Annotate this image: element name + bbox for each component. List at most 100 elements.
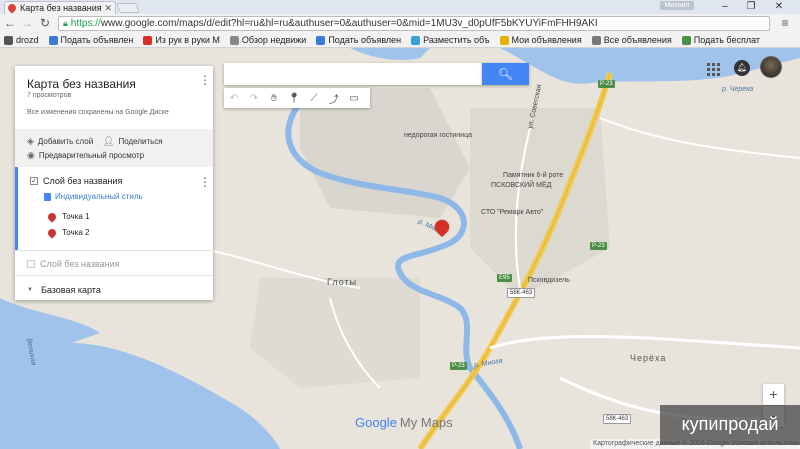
river-label: р. Череха — [722, 86, 754, 93]
point-label: Точка 2 — [62, 228, 90, 237]
road-shield: 58К-463 — [603, 414, 632, 424]
add-person-icon: 👤︎ — [103, 136, 115, 146]
poi-label: ПСКОВСКИЙ МЁД — [491, 182, 552, 189]
undo-icon[interactable]: ↶ — [224, 88, 244, 108]
map-title[interactable]: Карта без названия — [27, 77, 136, 91]
layer-title[interactable]: Слой без названия — [27, 259, 119, 269]
address-bar[interactable]: 🔒︎ https:// www.google.com/maps/d/edit?h… — [58, 16, 770, 31]
river-chereha — [500, 48, 800, 84]
bookmark-favicon-icon — [411, 35, 421, 45]
local-road — [599, 117, 800, 159]
basemap-toggle[interactable]: ▼ Базовая карта — [27, 285, 101, 295]
road-shield: Р-23 — [590, 242, 607, 250]
bookmark-item[interactable]: Подать объявлен — [48, 34, 133, 47]
bookmark-item[interactable]: Мои объявления — [499, 34, 582, 47]
search-icon: 🔍︎ — [497, 67, 514, 81]
map-pin-icon — [46, 210, 58, 223]
bookmark-favicon-icon — [229, 35, 239, 45]
bookmark-item[interactable]: Из рук в руки М — [143, 34, 220, 47]
road-shield: 58К-463 — [507, 288, 536, 298]
road-58k463 — [489, 334, 800, 350]
divider — [15, 275, 213, 276]
bookmark-label: Мои объявления — [511, 35, 582, 45]
layers-panel: Карта без названия ⋮ 7 просмотров Все из… — [15, 66, 213, 300]
browser-menu-icon[interactable]: ≡ — [778, 17, 792, 30]
bookmark-favicon-icon — [48, 35, 58, 45]
new-tab-button[interactable] — [116, 3, 140, 13]
preview-label: Предварительный просмотр — [38, 151, 145, 160]
back-icon[interactable]: ← — [3, 16, 17, 30]
maximize-icon[interactable]: ❐ — [738, 0, 764, 14]
bookmark-favicon-icon — [316, 35, 326, 45]
lock-icon: 🔒︎ — [63, 18, 68, 28]
bookmark-item[interactable]: Разместить объ — [411, 34, 490, 47]
river-chereha-top — [350, 48, 430, 60]
bookmark-favicon-icon — [681, 35, 691, 45]
style-label: Индивидуальный стиль — [55, 192, 143, 201]
watermark: купипродай — [660, 405, 800, 445]
url-scheme: https:// — [70, 18, 101, 29]
map-pin-icon — [46, 226, 58, 239]
list-item-point[interactable]: Точка 1 — [46, 210, 90, 223]
close-tab-icon[interactable]: ✕ — [104, 3, 115, 14]
logo-text: Google — [355, 415, 397, 430]
add-layer-label: Добавить слой — [37, 137, 94, 146]
share-button[interactable]: 👤︎ Поделиться — [103, 136, 163, 147]
profile-chip[interactable]: Михаил — [660, 1, 694, 10]
redo-icon[interactable]: ↷ — [244, 88, 264, 108]
urban-area — [250, 278, 420, 388]
more-vert-icon[interactable]: ⋮ — [199, 176, 211, 188]
checkbox-checked-icon[interactable]: ✓ — [30, 177, 38, 185]
my-maps-favicon-icon — [6, 2, 18, 14]
place-label: Черёха — [630, 353, 667, 363]
tab-title: Карта без названия — [20, 3, 102, 13]
reload-icon[interactable]: ↻ — [38, 16, 52, 30]
bookmark-item[interactable]: Подать объявлен — [316, 34, 401, 47]
bookmark-favicon-icon — [143, 35, 153, 45]
style-link[interactable]: Индивидуальный стиль — [44, 192, 143, 201]
bookmark-label: Обзор недвижи — [241, 35, 307, 45]
bookmark-label: Все объявления — [603, 35, 672, 45]
bookmark-favicon-icon — [499, 35, 509, 45]
close-window-icon[interactable]: ✕ — [766, 0, 792, 14]
preview-button[interactable]: ◉ Предварительный просмотр — [27, 150, 144, 161]
bookmark-label: Из рук в руки М — [155, 35, 220, 45]
bookmark-item[interactable]: Все объявления — [591, 34, 672, 47]
hand-icon[interactable]: ✋︎ — [264, 88, 284, 108]
checkbox-unchecked-icon[interactable] — [27, 260, 35, 268]
apps-grid-icon[interactable] — [705, 61, 721, 77]
layer-section: ✓ Слой без названия ⋮ Индивидуальный стил… — [15, 167, 213, 251]
poi-label: Памятник 6-й роте — [503, 172, 564, 179]
add-marker-icon[interactable]: 📍︎ — [284, 88, 304, 108]
bookmark-label: Подать бесплат — [693, 35, 761, 45]
road-shield: Р-23 — [598, 80, 615, 88]
more-vert-icon[interactable]: ⋮ — [199, 74, 211, 86]
layer-title[interactable]: ✓ Слой без названия — [30, 176, 122, 186]
bookmark-label: Разместить объ — [423, 35, 490, 45]
browser-tab-bar: Карта без названия ✕ Михаил – ❐ ✕ — [0, 0, 800, 14]
drawing-toolbar: ↶ ↷ ✋︎ 📍︎ ⟋ ⤴ ▭ — [224, 88, 370, 108]
list-item-point[interactable]: Точка 2 — [46, 226, 90, 239]
avatar[interactable] — [760, 56, 782, 78]
panel-actions: ◈ Добавить слой 👤︎ Поделиться ◉ Предварител… — [15, 129, 213, 167]
add-layer-button[interactable]: ◈ Добавить слой — [27, 136, 93, 147]
share-label: Поделиться — [118, 137, 163, 146]
search-button[interactable]: 🔍︎ — [482, 63, 529, 85]
notifications-icon[interactable]: 🔔︎ — [734, 60, 750, 76]
forward-icon[interactable]: → — [20, 16, 34, 30]
ruler-icon[interactable]: ▭ — [344, 88, 364, 108]
draw-line-icon[interactable]: ⟋ — [304, 88, 324, 108]
browser-tab[interactable]: Карта без названия ✕ — [4, 1, 116, 14]
minimize-icon[interactable]: – — [712, 0, 738, 14]
poi-label: СТО "Ремарк Авто" — [481, 209, 544, 216]
chevron-down-icon: ▼ — [27, 287, 33, 293]
place-label: Глоты — [327, 277, 358, 287]
poi-label: Псковдизель — [528, 277, 570, 284]
bookmark-item[interactable]: Обзор недвижи — [229, 34, 307, 47]
directions-icon[interactable]: ⤴ — [324, 88, 344, 108]
url-text: www.google.com/maps/d/edit?hl=ru&hl=ru&a… — [100, 18, 598, 29]
zoom-in-button[interactable]: + — [763, 384, 784, 405]
search-input[interactable] — [224, 63, 482, 85]
bookmark-item[interactable]: drozd — [4, 34, 39, 47]
bookmark-item[interactable]: Подать бесплат — [681, 34, 761, 47]
